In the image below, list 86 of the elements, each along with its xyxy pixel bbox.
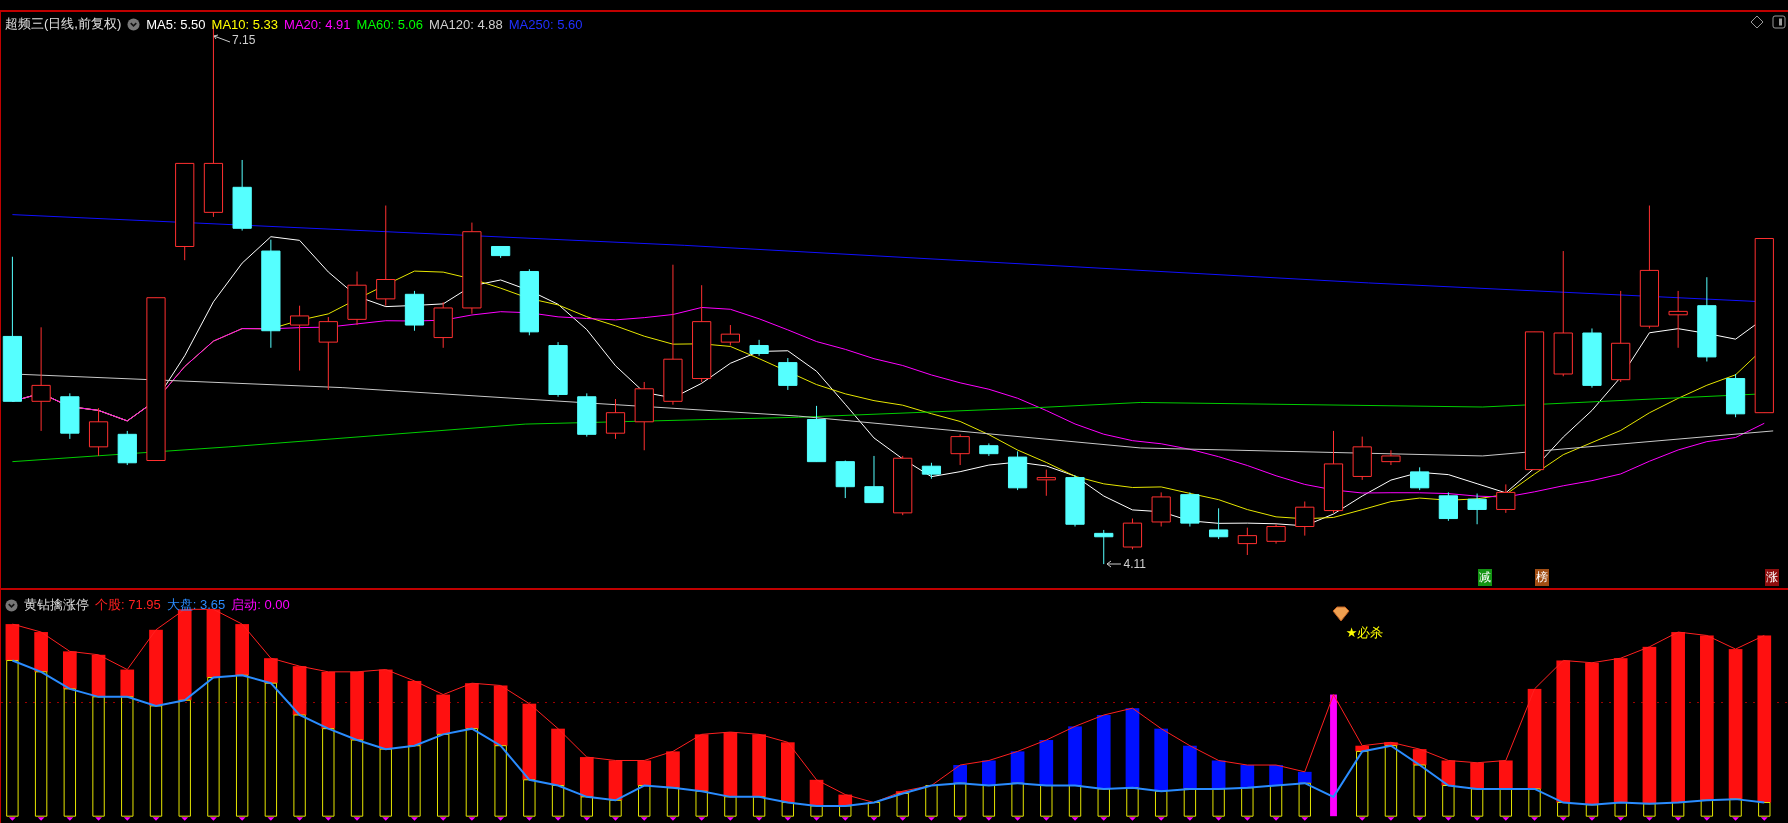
candlestick	[1036, 469, 1056, 497]
indicator-bar	[637, 760, 652, 821]
diamond-icon	[1332, 605, 1351, 622]
candlestick	[491, 246, 511, 259]
candlestick	[806, 405, 827, 463]
indicator-value: 大盘: 3.65	[166, 596, 226, 614]
signal-tag: 榜	[1534, 569, 1549, 586]
candlestick	[290, 305, 310, 372]
signal-tag: 减	[1477, 569, 1492, 586]
indicator-bar	[1412, 749, 1427, 821]
indicator-value: 个股: 71.95	[95, 596, 161, 614]
candlestick	[1467, 493, 1487, 525]
candlestick	[60, 392, 80, 440]
pointer-arrow-icon	[1106, 559, 1123, 570]
indicator-title: 黄钻擒涨停	[24, 596, 89, 614]
candlestick	[921, 462, 942, 480]
indicator-bar	[1499, 760, 1513, 821]
indicator-bar	[867, 802, 881, 821]
indicator-bar	[1297, 771, 1312, 821]
candlestick	[1582, 327, 1602, 389]
indicator-bar	[1010, 751, 1025, 821]
indicator-bar	[1211, 760, 1226, 821]
candlestick	[1151, 491, 1171, 528]
candlestick	[864, 455, 884, 504]
indicator-bar	[666, 751, 680, 821]
candlestick	[1209, 507, 1229, 540]
candlestick	[979, 442, 999, 457]
chart-title: 超频三(日线,前复权)	[5, 15, 122, 33]
low-price-label: 4.11	[1123, 557, 1146, 572]
moving-average-value: MA5: 5.50	[146, 16, 206, 32]
moving-average-value: MA60: 5.06	[356, 16, 424, 32]
candlestick	[1007, 450, 1028, 491]
candlestick	[519, 268, 539, 336]
candlestick	[1295, 501, 1315, 537]
indicator-bar	[982, 760, 996, 821]
candlestick	[347, 271, 367, 326]
candlestick	[1438, 491, 1458, 522]
dropdown-icon[interactable]	[5, 598, 18, 612]
candlestick	[1237, 527, 1257, 556]
candlestick	[1496, 483, 1516, 514]
signal-tag: 涨	[1765, 569, 1780, 586]
high-price-label: 7.15	[231, 33, 256, 47]
candlestick	[404, 290, 425, 332]
indicator-bar	[1240, 765, 1255, 821]
candlestick	[1668, 290, 1688, 349]
candlestick	[835, 460, 855, 499]
diamond-icon[interactable]	[1750, 15, 1764, 29]
candlestick	[720, 324, 740, 347]
signal-label: ★必杀	[1345, 624, 1384, 643]
indicator-bar	[838, 794, 853, 821]
indicator-bar	[608, 760, 623, 821]
candlestick	[117, 430, 137, 466]
moving-average-value: MA120: 4.88	[429, 16, 503, 32]
candlestick	[605, 398, 626, 440]
candlestick	[1065, 474, 1085, 528]
moving-average-value: MA250: 5.60	[508, 16, 583, 32]
candlestick	[778, 357, 798, 391]
candlestick	[1381, 449, 1401, 466]
indicator-bar	[895, 791, 910, 821]
indicator-bar	[1269, 765, 1283, 821]
panel-toggle-icon[interactable]	[1772, 15, 1786, 29]
indicator-bar	[1470, 762, 1484, 821]
candlestick	[749, 339, 769, 357]
candlestick	[1266, 523, 1286, 545]
indicator-bar	[579, 757, 594, 821]
candlestick	[1410, 466, 1430, 491]
candlestick	[893, 455, 913, 516]
candlestick	[950, 433, 970, 466]
candlestick	[433, 301, 453, 349]
candlestick	[1180, 491, 1200, 528]
dropdown-icon[interactable]	[127, 17, 141, 31]
indicator-bar	[1441, 760, 1456, 821]
candlestick	[548, 341, 568, 398]
candlestick	[634, 381, 654, 451]
indicator-bar	[809, 779, 824, 821]
candlestick	[88, 407, 109, 457]
candlestick	[1725, 373, 1746, 418]
indicator-bar	[953, 765, 967, 821]
candlestick	[577, 392, 597, 438]
candlestick	[1352, 436, 1372, 481]
indicator-value: 启动: 0.00	[231, 596, 290, 614]
moving-average-value: MA20: 4.91	[284, 16, 351, 32]
candlestick	[1122, 518, 1143, 550]
moving-average-value: MA10: 5.33	[211, 16, 279, 32]
candlestick	[1094, 529, 1114, 565]
indicator-bar	[925, 785, 938, 821]
